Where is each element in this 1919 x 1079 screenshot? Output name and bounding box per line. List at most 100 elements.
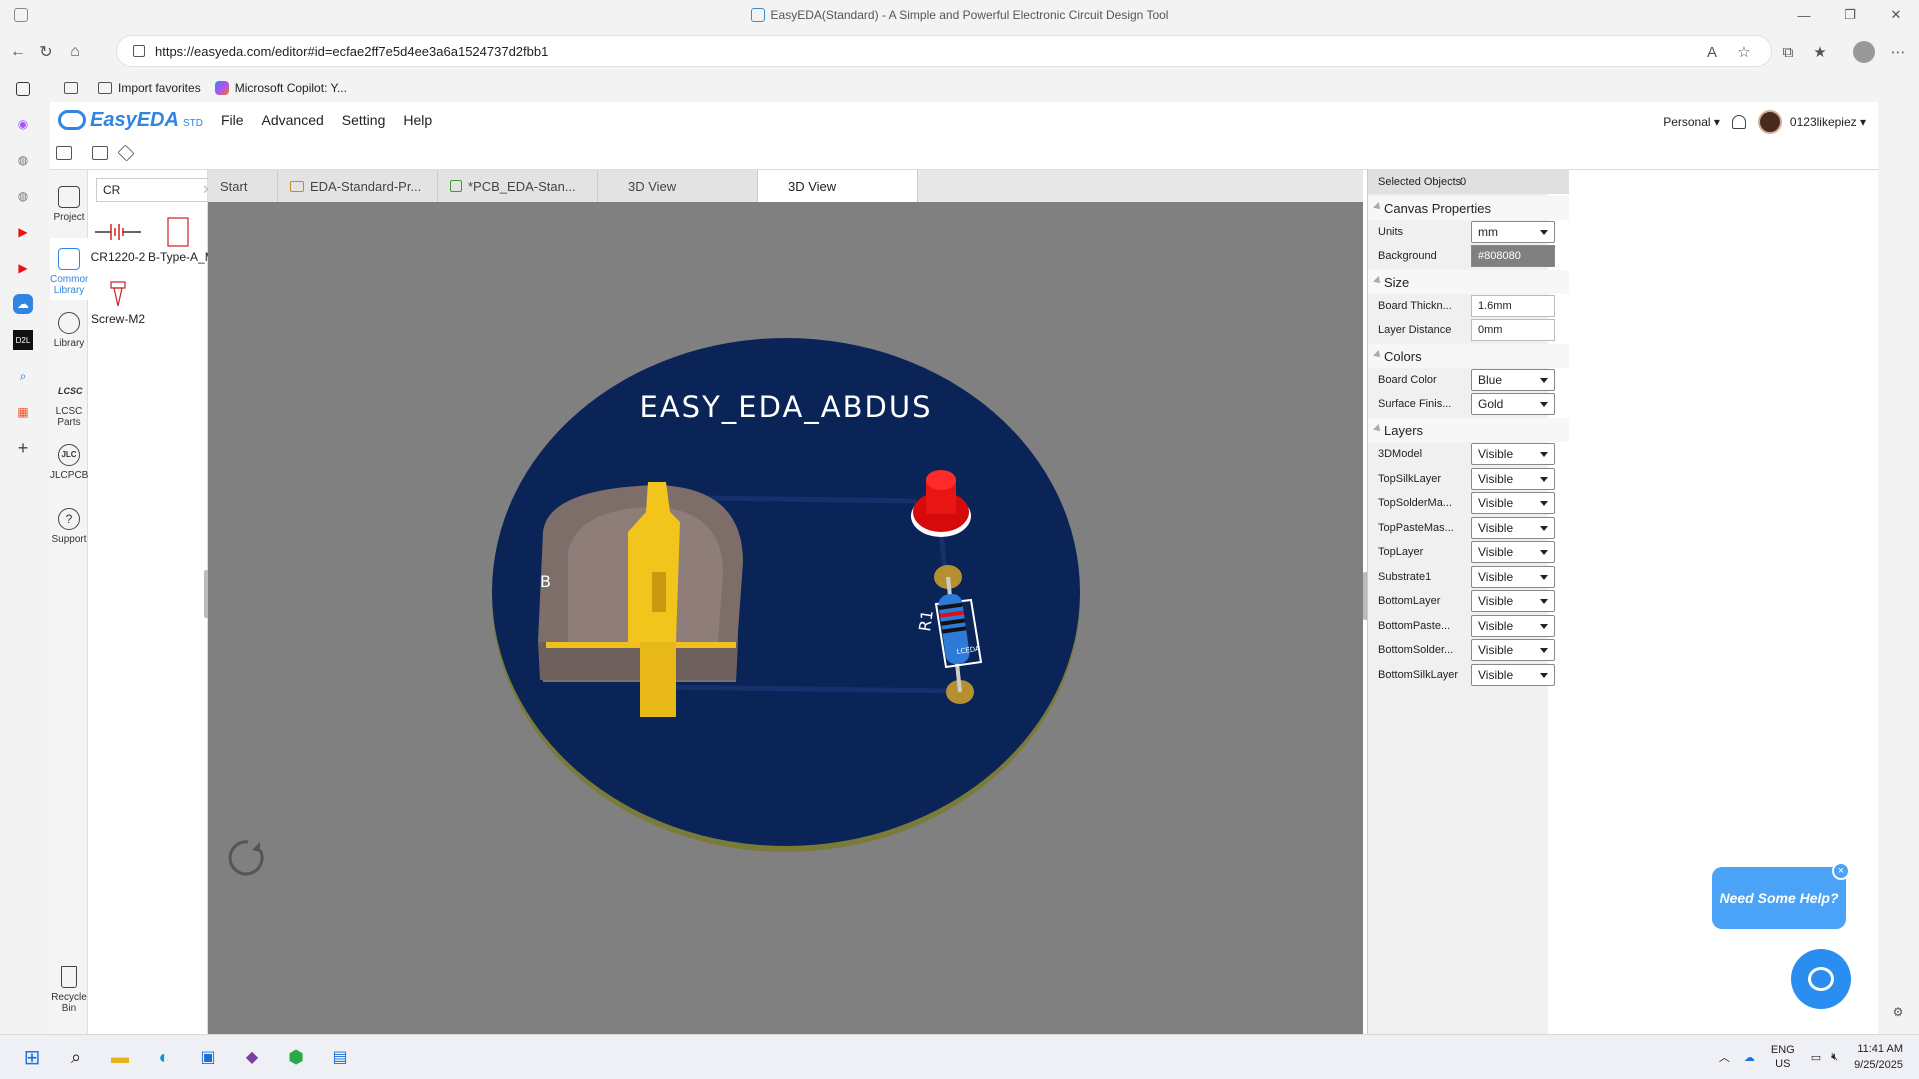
add-icon[interactable]: + <box>13 438 33 458</box>
d2l-icon[interactable]: D2L <box>13 330 33 350</box>
layer-visibility-select[interactable]: Visible <box>1471 663 1555 686</box>
layer-visibility-select[interactable]: Visible <box>1471 541 1555 563</box>
menu-help[interactable]: Help <box>403 112 432 128</box>
app-icon-green[interactable]: ⬢ <box>284 1045 308 1069</box>
layer-visibility-select[interactable]: Visible <box>1471 590 1555 612</box>
account-type-dropdown[interactable]: Personal ▾ <box>1663 115 1720 129</box>
section-colors[interactable]: Colors <box>1368 344 1569 368</box>
restore-icon[interactable]: ❐ <box>1827 0 1873 30</box>
layer-visibility-select[interactable]: Visible <box>1471 639 1555 661</box>
favorites-icon[interactable]: ★ <box>1808 40 1832 64</box>
layer-visibility-select[interactable]: Visible <box>1471 565 1555 588</box>
layer-visibility-select[interactable]: Visible <box>1471 614 1555 637</box>
export-image-icon[interactable] <box>92 146 108 160</box>
surface-finish-select[interactable]: Gold <box>1471 393 1555 415</box>
board-color-select[interactable]: Blue <box>1471 369 1555 391</box>
section-size[interactable]: Size <box>1368 270 1569 294</box>
easyeda-logo[interactable]: EasyEDA STD <box>58 109 203 132</box>
copilot-icon[interactable]: ◉ <box>13 114 33 134</box>
layer-visibility-select[interactable]: Visible <box>1471 492 1555 514</box>
units-select[interactable]: mm <box>1471 221 1555 243</box>
windows-taskbar: ⊞ ⌕ ▬ ◐ ▣ ◆ ⬢ ▤ ︿ ☁ ENG US ▭ 🔇︎ 11:41 AM… <box>0 1034 1919 1079</box>
layer-visibility-select[interactable]: Visible <box>1471 516 1555 539</box>
help-bubble[interactable]: Need Some Help? <box>1712 867 1846 929</box>
user-menu[interactable]: 0123likepiez ▾ <box>1790 115 1866 129</box>
layer-visibility-select[interactable]: Visible <box>1471 443 1555 465</box>
display-icon[interactable]: ▭ <box>1811 1051 1821 1064</box>
3d-canvas[interactable]: EASY_EDA_ABDUS B R1 LCEDA <box>208 202 1363 1034</box>
back-icon[interactable]: ← <box>6 40 30 64</box>
file-explorer-icon[interactable]: ▬ <box>108 1045 132 1069</box>
search-icon[interactable]: ⌕ <box>13 366 33 386</box>
pcb-icon <box>450 180 462 192</box>
sidebar-toggle-icon[interactable] <box>64 82 84 94</box>
tab-3d-view-2[interactable]: 3D View <box>758 170 918 202</box>
search-icon[interactable]: ⌕ <box>64 1045 88 1069</box>
nav-support[interactable]: ? Support <box>50 508 88 545</box>
section-layers[interactable]: Layers <box>1368 418 1569 442</box>
microsoft-icon[interactable]: ▦ <box>13 402 33 422</box>
globe-icon[interactable]: ◍ <box>13 150 33 170</box>
lib-item-cr1220[interactable]: CR1220-2 <box>88 214 148 264</box>
layer-row: 3DModel Visible <box>1368 442 1569 466</box>
refresh-icon[interactable]: ↻ <box>34 40 58 64</box>
tab-start[interactable]: Start <box>208 170 278 202</box>
nav-lcsc-parts[interactable]: LCSC LCSC Parts <box>50 380 88 428</box>
favorite-copilot[interactable]: Microsoft Copilot: Y... <box>214 81 347 95</box>
nav-common-library[interactable]: Common Library <box>50 238 91 300</box>
nav-recycle-bin[interactable]: Recycle Bin <box>50 966 88 1014</box>
nav-jlcpcb[interactable]: JLC JLCPCB <box>50 444 88 481</box>
lib-item-btype[interactable]: B-Type-A_M <box>148 214 208 264</box>
bell-icon[interactable] <box>1731 115 1746 129</box>
volume-muted-icon[interactable]: 🔇︎ <box>1831 1051 1838 1064</box>
windows-start-icon[interactable]: ⊞ <box>20 1045 44 1069</box>
menu-setting[interactable]: Setting <box>342 112 386 128</box>
lib-item-screw[interactable]: Screw-M2 <box>88 276 148 326</box>
chat-button[interactable] <box>1791 949 1851 1009</box>
tab-3d-view-1[interactable]: 3D View <box>598 170 758 202</box>
chevron-up-icon[interactable]: ︿ <box>1719 1049 1730 1065</box>
edge-icon[interactable]: ◐ <box>152 1045 176 1069</box>
library-search-input[interactable]: CR ✕ <box>96 178 220 202</box>
youtube-icon[interactable]: ▶ <box>13 222 33 242</box>
extensions-icon[interactable]: ⧉ <box>1776 40 1800 64</box>
open-folder-icon[interactable] <box>56 146 72 160</box>
layers-icon[interactable] <box>117 144 135 162</box>
onedrive-icon[interactable]: ☁ <box>1744 1051 1755 1064</box>
workspaces-icon[interactable] <box>14 8 28 22</box>
app-icon-purple[interactable]: ◆ <box>240 1045 264 1069</box>
home-icon[interactable]: ⌂ <box>63 40 87 64</box>
nav-library[interactable]: Library <box>50 312 88 349</box>
layer-distance-input[interactable]: 0mm <box>1471 319 1555 341</box>
menu-advanced[interactable]: Advanced <box>262 112 324 128</box>
favorite-import[interactable]: Import favorites <box>98 81 201 95</box>
language-indicator[interactable]: ENG US <box>1771 1043 1795 1071</box>
easyeda-tab-icon[interactable]: ☁ <box>13 294 33 314</box>
favorite-star-icon[interactable]: ☆ <box>1732 40 1756 64</box>
tabs-icon[interactable] <box>16 82 30 96</box>
nav-project[interactable]: Project <box>50 186 88 223</box>
url-field[interactable]: https://easyeda.com/editor#id=ecfae2ff7e… <box>116 35 1772 67</box>
read-aloud-icon[interactable]: A <box>1700 40 1724 64</box>
layer-visibility-select[interactable]: Visible <box>1471 467 1555 490</box>
background-color-field[interactable]: #808080 <box>1471 245 1555 267</box>
site-info-icon[interactable] <box>133 45 145 57</box>
notepad-icon[interactable]: ▤ <box>328 1045 352 1069</box>
minimize-icon[interactable]: — <box>1781 0 1827 30</box>
user-avatar[interactable] <box>1757 110 1782 134</box>
store-icon[interactable]: ▣ <box>196 1045 220 1069</box>
clock[interactable]: 11:41 AM 9/25/2025 <box>1854 1041 1903 1073</box>
settings-gear-icon[interactable]: ⚙ <box>1888 1002 1908 1022</box>
globe-icon-2[interactable]: ◍ <box>13 186 33 206</box>
profile-icon[interactable] <box>1852 40 1876 64</box>
more-icon[interactable]: ⋯ <box>1886 40 1910 64</box>
section-canvas-properties[interactable]: Canvas Properties <box>1368 196 1569 220</box>
tab-eda-standard[interactable]: EDA-Standard-Pr... <box>278 170 438 202</box>
reset-view-icon[interactable] <box>228 840 264 876</box>
youtube-icon-2[interactable]: ▶ <box>13 258 33 278</box>
board-thickness-input[interactable]: 1.6mm <box>1471 295 1555 317</box>
tab-pcb[interactable]: *PCB_EDA-Stan... <box>438 170 598 202</box>
close-icon[interactable]: ✕ <box>1873 0 1919 30</box>
menu-file[interactable]: File <box>221 112 244 128</box>
help-close-button[interactable]: × <box>1832 862 1850 880</box>
